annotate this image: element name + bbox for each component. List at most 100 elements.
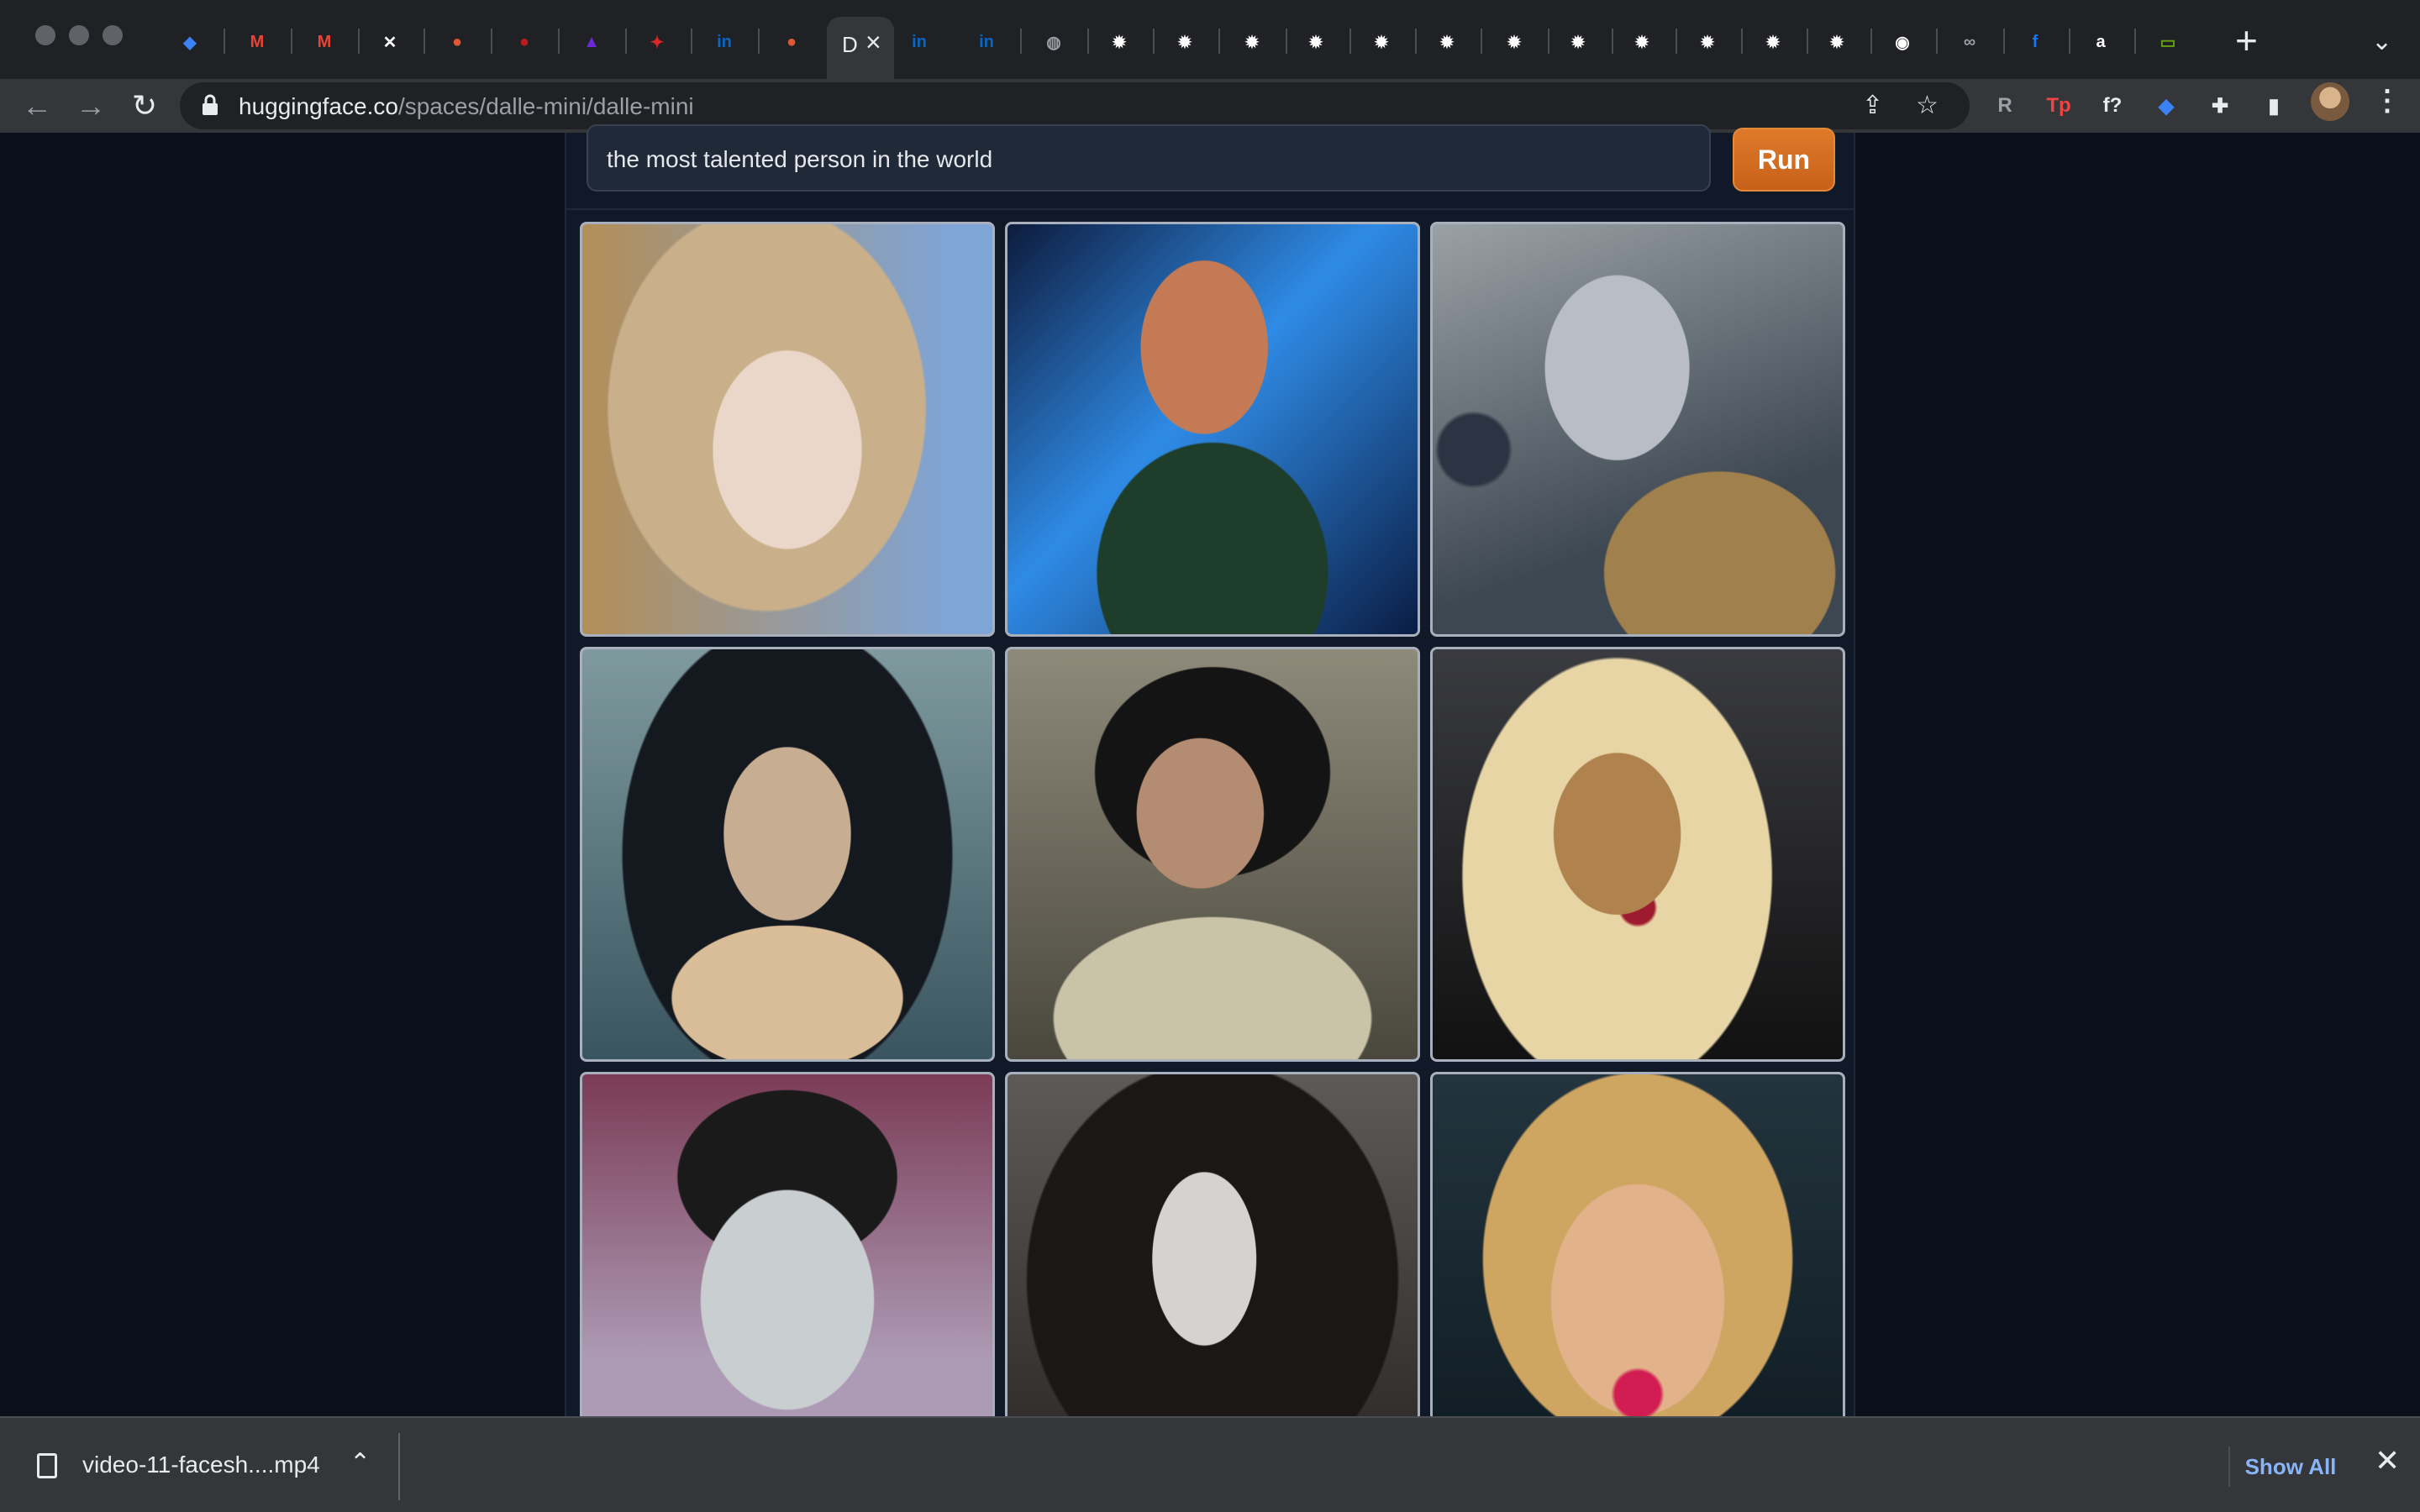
tab-separator — [2003, 29, 2005, 54]
gear-icon: ✹ — [1177, 33, 1192, 52]
generated-image-2[interactable] — [1005, 222, 1420, 637]
tab-29[interactable]: a — [2079, 18, 2123, 66]
linkedin-icon: in — [912, 32, 927, 51]
tab-1[interactable]: ◆ — [168, 18, 212, 66]
close-tab-icon[interactable]: × — [865, 29, 881, 55]
download-filename[interactable]: video-11-facesh....mp4 — [82, 1452, 320, 1478]
tab-19[interactable]: ✹ — [1425, 18, 1469, 66]
github-icon: ◉ — [1895, 33, 1910, 52]
generated-image-4[interactable] — [580, 647, 995, 1062]
tab-4[interactable]: ✕ — [368, 18, 412, 66]
close-icon[interactable]: ✕ — [2375, 1443, 2400, 1478]
tab-separator — [1936, 29, 1938, 54]
tab-27[interactable]: ∞ — [1948, 18, 1991, 66]
close-window-button[interactable] — [35, 25, 55, 45]
tab-separator — [491, 29, 492, 54]
tab-13[interactable]: ◍ — [1032, 18, 1076, 66]
download-shelf: video-11-facesh....mp4 ⌃ Show All ✕ — [0, 1416, 2420, 1512]
tab-active[interactable]: D × — [827, 17, 894, 79]
tab-strip: ◆ M M ✕ ● ● ▲ ✦ in ● in in ◍ ✹ ✹ ✹ ✹ ✹ ✹ ✹ ✹ ✹ ✹ ✹ ✹ ◉ ∞ f a ▭ D × + … — [0, 0, 2420, 79]
tab-separator — [358, 29, 360, 54]
page-content: the most talented person in the world Ru… — [0, 124, 2420, 1487]
bookmark-star-icon[interactable]: ☆ — [1916, 92, 1939, 119]
tab-20[interactable]: ✹ — [1492, 18, 1536, 66]
tab-26[interactable]: ◉ — [1881, 18, 1924, 66]
tab-11[interactable]: in — [897, 18, 941, 66]
tab-5[interactable]: ● — [435, 18, 479, 66]
new-tab-button[interactable]: + — [2235, 21, 2258, 60]
zoom-window-button[interactable] — [103, 25, 123, 45]
back-button[interactable]: ← — [17, 86, 57, 126]
tab-separator — [1087, 29, 1089, 54]
minimize-window-button[interactable] — [69, 25, 89, 45]
tab-15[interactable]: ✹ — [1163, 18, 1207, 66]
forward-button[interactable]: → — [71, 86, 111, 126]
tp-extension-icon[interactable]: Tp — [2042, 89, 2075, 123]
tab-separator — [1807, 29, 1808, 54]
tab-6[interactable]: ● — [502, 18, 546, 66]
tab-separator — [1415, 29, 1417, 54]
tab-separator — [1481, 29, 1482, 54]
puzzle-icon[interactable]: ✚ — [2203, 89, 2237, 123]
tab-8[interactable]: ✦ — [635, 18, 679, 66]
tab-separator — [2069, 29, 2070, 54]
sidepanel-icon[interactable]: ▮ — [2257, 89, 2291, 123]
generated-image-3[interactable] — [1430, 222, 1845, 637]
duckduckgo-icon: ● — [451, 32, 463, 51]
tab-separator — [1020, 29, 1022, 54]
gear-icon: ✹ — [1244, 33, 1260, 52]
tab-separator — [758, 29, 760, 54]
address-bar[interactable]: huggingface.co/spaces/dalle-mini/dalle-m… — [180, 82, 1970, 129]
tab-28[interactable]: f — [2013, 18, 2057, 66]
formula-extension-icon[interactable]: f? — [2096, 89, 2129, 123]
tab-search-chevron-icon[interactable]: ⌄ — [2371, 27, 2392, 56]
tab-separator — [2134, 29, 2136, 54]
facebook-icon: f — [2032, 32, 2039, 51]
linkedin-icon: in — [979, 32, 994, 51]
url-path: /spaces/dalle-mini/dalle-mini — [397, 93, 694, 119]
tab-7[interactable]: ▲ — [570, 18, 613, 66]
generated-image-6[interactable] — [1430, 647, 1845, 1062]
tab-22[interactable]: ✹ — [1620, 18, 1664, 66]
tab-25[interactable]: ✹ — [1815, 18, 1859, 66]
profile-avatar[interactable] — [2311, 82, 2349, 121]
tab-2[interactable]: M — [235, 18, 279, 66]
gear-icon: ✹ — [1570, 33, 1586, 52]
tab-3[interactable]: M — [302, 18, 346, 66]
tab-24[interactable]: ✹ — [1751, 18, 1795, 66]
tab-14[interactable]: ✹ — [1097, 18, 1141, 66]
gem-extension-icon[interactable]: ◆ — [2149, 89, 2183, 123]
linkedin-icon: in — [717, 32, 732, 51]
tab-12[interactable]: in — [965, 18, 1008, 66]
generated-image-5[interactable] — [1005, 647, 1420, 1062]
generated-image-1[interactable] — [580, 222, 995, 637]
show-all-button[interactable]: Show All — [2228, 1446, 2351, 1487]
chevron-up-icon[interactable]: ⌃ — [350, 1448, 371, 1478]
share-icon[interactable]: ⇪ — [1862, 92, 1883, 119]
url-text: huggingface.co/spaces/dalle-mini/dalle-m… — [239, 93, 694, 120]
tab-18[interactable]: ✹ — [1360, 18, 1403, 66]
tab-30[interactable]: ▭ — [2146, 18, 2190, 66]
gear-icon: ✹ — [1439, 33, 1455, 52]
tab-17[interactable]: ✹ — [1294, 18, 1338, 66]
prompt-input[interactable]: the most talented person in the world — [587, 124, 1711, 192]
gear-icon: ✹ — [1634, 33, 1649, 52]
tab-separator — [1612, 29, 1613, 54]
file-icon — [37, 1453, 57, 1478]
gmail-icon: M — [317, 32, 332, 51]
run-button[interactable]: Run — [1733, 128, 1835, 192]
tab-10[interactable]: ● — [770, 18, 813, 66]
reload-button[interactable]: ↻ — [124, 86, 165, 126]
infinity-icon: ∞ — [1963, 32, 1976, 51]
tab-9[interactable]: in — [702, 18, 746, 66]
tab-21[interactable]: ✹ — [1556, 18, 1600, 66]
battery-icon: ▭ — [2160, 33, 2176, 52]
more-menu-icon[interactable]: ⋮ — [2373, 86, 2402, 116]
dalle-mini-panel: the most talented person in the world Ru… — [565, 124, 1855, 1487]
r-extension-icon[interactable]: R — [1988, 89, 2022, 123]
tab-23[interactable]: ✹ — [1686, 18, 1729, 66]
tab-separator — [691, 29, 692, 54]
tab-16[interactable]: ✹ — [1230, 18, 1274, 66]
gear-icon: ✹ — [1507, 33, 1522, 52]
gear-icon: ✹ — [1308, 33, 1323, 52]
